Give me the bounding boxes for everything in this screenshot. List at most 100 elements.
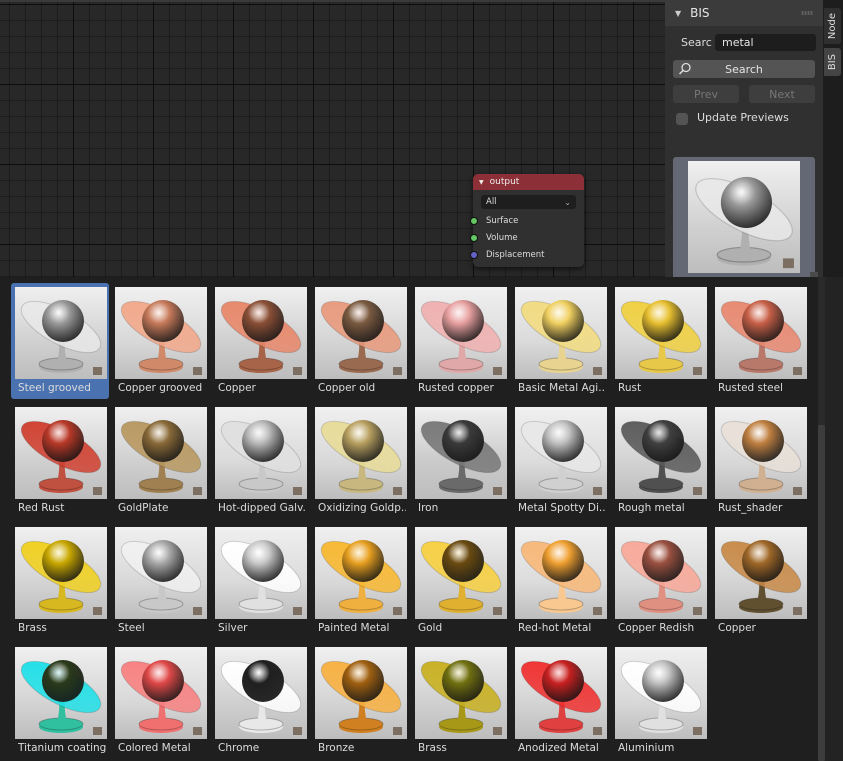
material-item[interactable]: Rust bbox=[611, 283, 709, 399]
material-item[interactable]: Rust_shader bbox=[711, 403, 809, 519]
material-thumbnail bbox=[615, 287, 707, 379]
material-item[interactable]: Brass bbox=[11, 523, 109, 639]
material-item[interactable]: Metal Spotty Di.. bbox=[511, 403, 609, 519]
socket-label: Surface bbox=[486, 215, 519, 226]
socket-surface-icon[interactable] bbox=[470, 216, 478, 225]
node-editor-canvas[interactable]: ▼ output All ⌄ Surface Volume Displaceme… bbox=[0, 0, 665, 277]
material-label: Gold bbox=[418, 622, 443, 634]
material-item[interactable]: Colored Metal bbox=[111, 643, 209, 759]
tab-bis[interactable]: BIS bbox=[824, 48, 841, 76]
prev-button-label: Prev bbox=[694, 87, 718, 101]
right-edge-area bbox=[825, 277, 843, 761]
material-item[interactable]: Anodized Metal bbox=[511, 643, 609, 759]
material-item[interactable]: Gold bbox=[411, 523, 509, 639]
material-thumbnail bbox=[315, 527, 407, 619]
search-row: Searc metal bbox=[681, 34, 816, 51]
material-item[interactable]: Copper bbox=[211, 283, 309, 399]
material-label: Copper Redish bbox=[618, 622, 695, 634]
material-thumbnail bbox=[15, 527, 107, 619]
next-button-label: Next bbox=[769, 87, 795, 101]
material-item[interactable]: Copper grooved bbox=[111, 283, 209, 399]
material-item[interactable]: Hot-dipped Galv.. bbox=[211, 403, 309, 519]
gallery-scrollbar-thumb[interactable] bbox=[818, 425, 825, 761]
socket-volume-icon[interactable] bbox=[470, 233, 478, 242]
material-thumbnail bbox=[615, 647, 707, 739]
material-label: Rough metal bbox=[618, 502, 685, 514]
material-item[interactable]: Bronze bbox=[311, 643, 409, 759]
material-item[interactable]: Rusted copper bbox=[411, 283, 509, 399]
material-item[interactable]: Copper Redish bbox=[611, 523, 709, 639]
node-title: output bbox=[489, 177, 520, 187]
bis-panel-header[interactable]: ▼ BIS bbox=[665, 0, 823, 26]
material-thumbnail bbox=[415, 287, 507, 379]
socket-row-surface: Surface bbox=[470, 212, 584, 229]
material-thumbnail bbox=[115, 527, 207, 619]
material-item[interactable]: Copper bbox=[711, 523, 809, 639]
prev-button[interactable]: Prev bbox=[673, 85, 739, 103]
material-thumbnail bbox=[115, 407, 207, 499]
material-label: Colored Metal bbox=[118, 742, 191, 754]
material-thumbnail bbox=[615, 527, 707, 619]
material-label: Steel grooved bbox=[18, 382, 91, 394]
collapse-triangle-icon[interactable]: ▼ bbox=[479, 179, 484, 186]
material-label: Steel bbox=[118, 622, 145, 634]
material-item[interactable]: Rough metal bbox=[611, 403, 709, 519]
material-gallery-popup: Steel grooved Copper grooved Copper Copp… bbox=[0, 277, 818, 761]
material-item[interactable]: Aluminium bbox=[611, 643, 709, 759]
material-thumbnail bbox=[515, 647, 607, 739]
material-item[interactable]: Silver bbox=[211, 523, 309, 639]
material-thumbnail bbox=[215, 287, 307, 379]
socket-displacement-icon[interactable] bbox=[470, 250, 478, 259]
material-label: Hot-dipped Galv.. bbox=[218, 502, 306, 514]
material-label: Brass bbox=[418, 742, 447, 754]
material-item[interactable]: GoldPlate bbox=[111, 403, 209, 519]
material-item[interactable]: Titanium coating bbox=[11, 643, 109, 759]
material-preview-button[interactable] bbox=[673, 157, 815, 277]
material-thumbnail bbox=[115, 287, 207, 379]
tab-node[interactable]: Node bbox=[824, 8, 841, 44]
material-thumbnail bbox=[515, 527, 607, 619]
target-select[interactable]: All ⌄ bbox=[481, 195, 576, 209]
material-item[interactable]: Iron bbox=[411, 403, 509, 519]
material-label: Bronze bbox=[318, 742, 355, 754]
material-thumbnail bbox=[115, 647, 207, 739]
material-label: Oxidizing Goldp.. bbox=[318, 502, 406, 514]
node-header[interactable]: ▼ output bbox=[473, 174, 584, 190]
material-thumbnail bbox=[415, 407, 507, 499]
tab-node-label: Node bbox=[827, 12, 838, 40]
search-button[interactable]: Search bbox=[673, 60, 815, 78]
material-thumbnail bbox=[15, 647, 107, 739]
material-item[interactable]: Chrome bbox=[211, 643, 309, 759]
collapse-triangle-icon[interactable]: ▼ bbox=[675, 9, 681, 18]
material-label: Copper grooved bbox=[118, 382, 203, 394]
material-item[interactable]: Steel grooved bbox=[11, 283, 109, 399]
material-item[interactable]: Oxidizing Goldp.. bbox=[311, 403, 409, 519]
gallery-scrollbar[interactable] bbox=[818, 277, 825, 761]
material-thumbnail bbox=[215, 407, 307, 499]
material-label: Rust bbox=[618, 382, 642, 394]
material-item[interactable]: Brass bbox=[411, 643, 509, 759]
material-item[interactable]: Rusted steel bbox=[711, 283, 809, 399]
search-label: Searc bbox=[681, 36, 712, 49]
material-item[interactable]: Red Rust bbox=[11, 403, 109, 519]
material-thumbnail bbox=[615, 407, 707, 499]
material-label: Titanium coating bbox=[18, 742, 106, 754]
sidebar-panel: ▼ BIS Searc metal Search Prev Next Updat… bbox=[665, 0, 823, 277]
material-item[interactable]: Steel bbox=[111, 523, 209, 639]
material-label: Red-hot Metal bbox=[518, 622, 592, 634]
material-item[interactable]: Basic Metal Agi.. bbox=[511, 283, 609, 399]
search-input[interactable]: metal bbox=[715, 34, 816, 51]
search-button-label: Search bbox=[725, 62, 763, 76]
material-preview-image bbox=[688, 161, 800, 273]
next-button[interactable]: Next bbox=[749, 85, 815, 103]
material-item[interactable]: Red-hot Metal bbox=[511, 523, 609, 639]
material-thumbnail bbox=[215, 527, 307, 619]
update-previews-checkbox[interactable] bbox=[676, 113, 688, 125]
material-label: Rusted copper bbox=[418, 382, 494, 394]
material-thumbnail bbox=[315, 287, 407, 379]
drag-grip-icon[interactable] bbox=[801, 11, 813, 15]
material-item[interactable]: Painted Metal bbox=[311, 523, 409, 639]
socket-label: Volume bbox=[486, 232, 518, 243]
material-item[interactable]: Copper old bbox=[311, 283, 409, 399]
material-output-node[interactable]: ▼ output All ⌄ Surface Volume Displaceme… bbox=[470, 174, 584, 267]
